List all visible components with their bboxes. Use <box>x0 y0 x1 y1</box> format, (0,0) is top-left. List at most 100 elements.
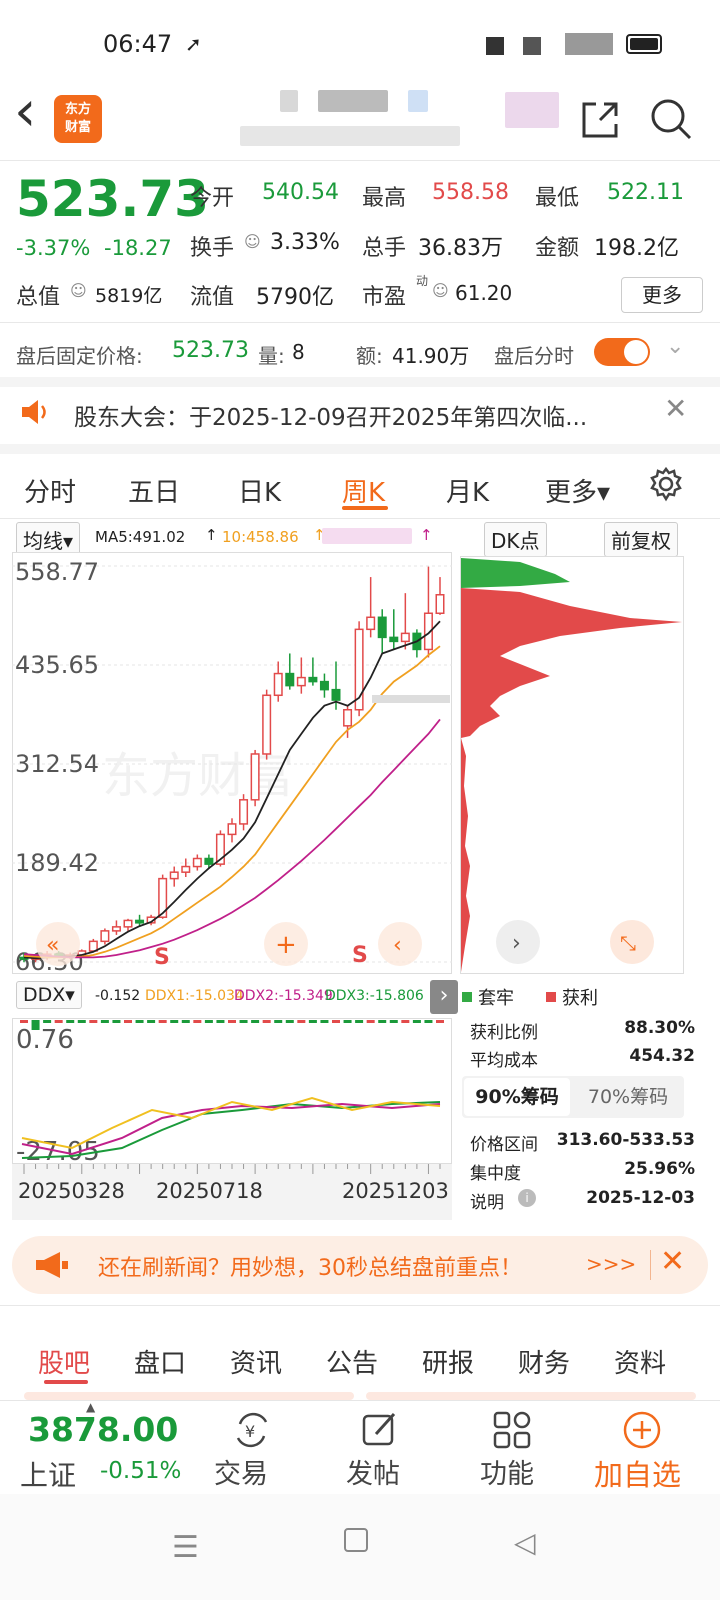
cost-band <box>372 695 450 703</box>
notification-icon: ➚ <box>185 32 202 56</box>
ddx-bar <box>436 1020 444 1023</box>
back-nav-icon[interactable]: ◁ <box>514 1526 536 1559</box>
ddx-bar <box>181 1020 190 1023</box>
post-button[interactable]: 发帖 <box>340 1410 424 1490</box>
note-date: 2025-12-03 <box>586 1188 695 1208</box>
tab-weekly-k[interactable]: 周K <box>342 472 385 509</box>
tab-pankou[interactable]: 盘口 <box>134 1343 186 1380</box>
more-button[interactable]: 更多 <box>621 277 703 313</box>
share-icon[interactable] <box>578 98 622 142</box>
svg-text:«: « <box>46 933 59 958</box>
tab-5day[interactable]: 五日 <box>128 472 180 509</box>
tab-chip-90[interactable]: 90%筹码 <box>464 1078 570 1116</box>
kline-chart[interactable]: 东方财富 558.77435.65312.54189.4266.30 S S «… <box>12 552 452 974</box>
amount-value: 198.2亿 <box>594 236 679 261</box>
tab-daily-k[interactable]: 日K <box>238 472 281 509</box>
chip-next-button[interactable]: › <box>496 920 540 964</box>
last-price: 523.73 <box>16 170 209 228</box>
turnover-value: 3.33% <box>270 230 340 255</box>
close-icon[interactable]: ✕ <box>664 392 687 425</box>
tab-news[interactable]: 资讯 <box>230 1343 282 1380</box>
concentration-value: 25.96% <box>624 1159 695 1179</box>
mktcap-label: 总值 <box>16 285 61 310</box>
ddx-bar <box>204 1020 213 1023</box>
float-label: 流值 <box>190 285 235 310</box>
y-tick-label: 558.77 <box>15 558 99 586</box>
tab-intraday[interactable]: 分时 <box>24 472 76 509</box>
tab-monthly-k[interactable]: 月K <box>446 472 489 509</box>
svg-text:⤡: ⤡ <box>620 931 636 955</box>
info-icon[interactable]: ☺ <box>70 281 87 300</box>
prev-button[interactable]: ‹ <box>378 922 422 966</box>
tab-guba[interactable]: 股吧 <box>38 1343 90 1380</box>
trade-label: 交易 <box>214 1459 268 1490</box>
adjust-select[interactable]: 前复权 <box>604 522 678 557</box>
ddx-bar <box>308 1020 317 1023</box>
pe-label: 市盈 <box>362 285 407 310</box>
tab-research[interactable]: 研报 <box>422 1343 474 1380</box>
card-edge <box>24 1392 354 1400</box>
expand-button[interactable]: ⤡ <box>610 920 654 964</box>
candle-body <box>100 930 110 943</box>
gear-icon[interactable] <box>648 466 684 502</box>
ddx-select[interactable]: DDX▾ <box>16 981 82 1009</box>
profit-ratio-value: 88.30% <box>624 1018 695 1038</box>
search-icon[interactable] <box>648 96 694 142</box>
trade-button[interactable]: ¥ 交易 <box>210 1410 294 1490</box>
profit-ratio-label: 获利比例 <box>470 1023 538 1043</box>
app-header: ‹ <box>0 82 720 160</box>
promo-banner[interactable]: 还在刷新闻？用妙想，30秒总结盘前重点！ >>> ✕ <box>12 1236 708 1294</box>
index-change: -0.51% <box>100 1458 182 1484</box>
home-icon[interactable] <box>344 1528 368 1552</box>
tab-announcements[interactable]: 公告 <box>326 1343 378 1380</box>
ddx-bar <box>320 1020 329 1023</box>
chip-tab-group: 90%筹码 70%筹码 <box>462 1076 684 1118</box>
tab-finance[interactable]: 财务 <box>518 1343 570 1380</box>
legend-swatch-red <box>546 992 556 1002</box>
ddx-bar <box>239 1020 248 1023</box>
y-tick-label: 435.65 <box>15 651 99 679</box>
functions-button[interactable]: 功能 <box>476 1410 560 1490</box>
after-hours-toggle[interactable] <box>594 338 650 366</box>
tab-profile[interactable]: 资料 <box>614 1343 666 1380</box>
promo-text: 还在刷新闻？用妙想，30秒总结盘前重点！ <box>98 1256 522 1281</box>
expand-arrow-icon[interactable]: › <box>430 980 458 1014</box>
after-hours-label: 盘后固定价格: <box>16 344 143 368</box>
candle-body <box>111 926 121 932</box>
info-circle-icon[interactable]: i <box>518 1189 536 1207</box>
notice-text: 股东大会：于2025-12-09召开2025年第四次临... <box>74 405 588 431</box>
speaker-icon <box>22 400 46 424</box>
tab-more[interactable]: 更多▾ <box>545 472 610 509</box>
functions-label: 功能 <box>480 1459 534 1490</box>
tab-chip-70[interactable]: 70%筹码 <box>574 1078 682 1116</box>
candle-body <box>135 919 145 924</box>
add-watchlist-button[interactable]: 加自选 <box>590 1410 700 1492</box>
close-icon[interactable]: ✕ <box>660 1244 685 1279</box>
candle-body <box>262 694 272 755</box>
index-name: 上证 <box>20 1459 77 1492</box>
svg-text:‹: ‹ <box>393 933 402 958</box>
back-icon[interactable]: ‹ <box>14 82 36 142</box>
ddx-bar <box>355 1020 364 1023</box>
mktcap-value: 5819亿 <box>95 285 163 307</box>
ddx-bar <box>251 1020 260 1023</box>
ma5-legend: MA5:491.02 <box>95 528 186 546</box>
ddx-bar <box>193 1020 202 1023</box>
info-icon[interactable]: ☺ <box>244 232 261 251</box>
candle-body <box>250 753 260 801</box>
low-value: 522.11 <box>607 180 684 205</box>
dk-point-button[interactable]: DK点 <box>484 522 547 557</box>
status-square-icon <box>486 37 504 55</box>
candle-body <box>192 857 202 868</box>
ddx-bar <box>332 1020 340 1023</box>
zoom-in-button[interactable]: + <box>264 922 308 966</box>
ddx-bar <box>158 1020 167 1023</box>
scroll-left-button[interactable]: « <box>36 922 80 966</box>
chevron-down-icon[interactable]: ⌄ <box>666 334 684 359</box>
x-label: 20251203 <box>342 1179 449 1203</box>
ddx-bar <box>285 1020 294 1023</box>
menu-icon[interactable]: ☰ <box>172 1530 199 1565</box>
candle-body <box>400 632 410 643</box>
low-label: 最低 <box>535 186 580 211</box>
info-icon[interactable]: ☺ <box>432 281 449 300</box>
